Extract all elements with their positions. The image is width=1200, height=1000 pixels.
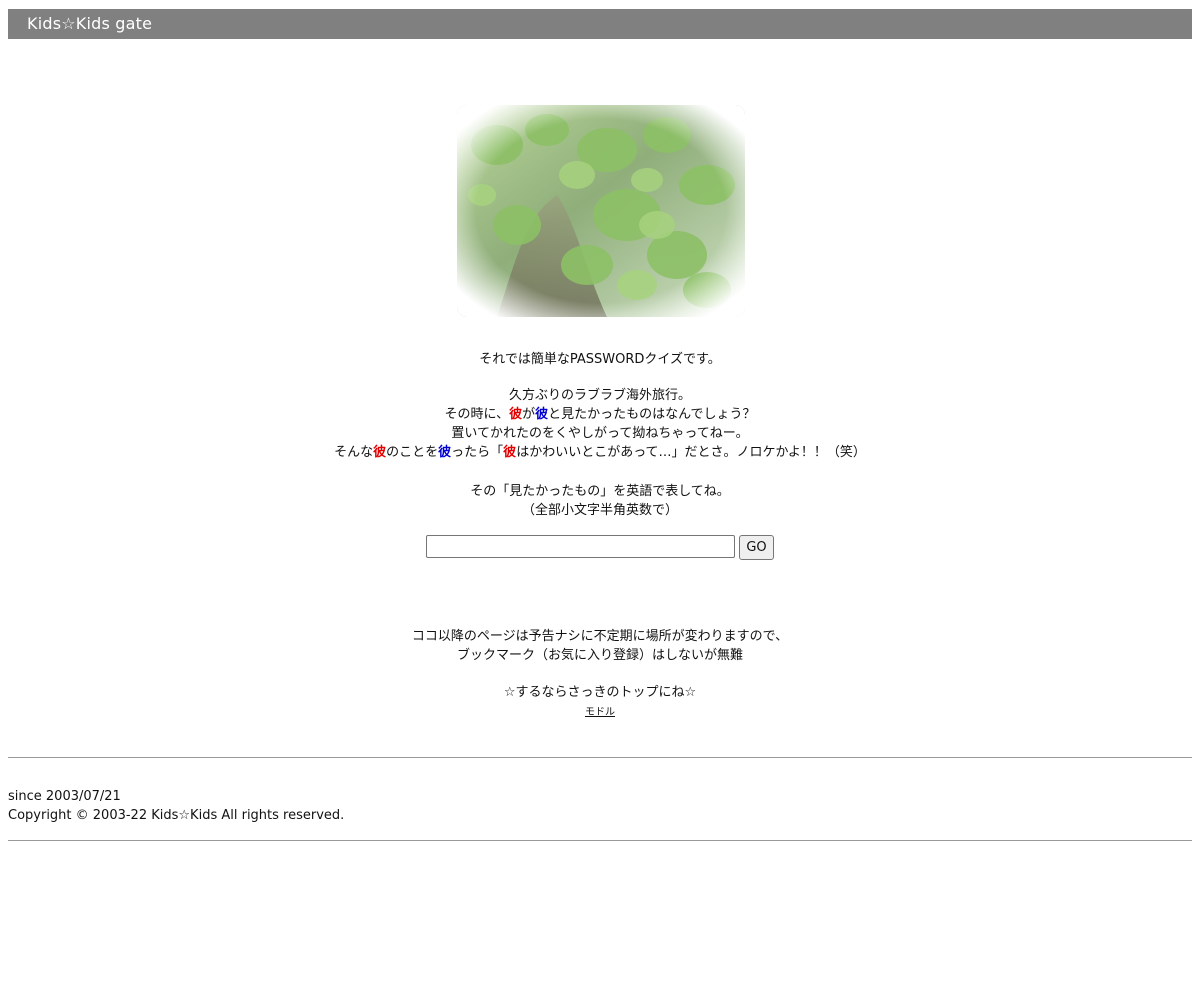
- site-title: Kids☆Kids gate: [27, 14, 153, 33]
- quiz-line-5: その「見たかったもの」を英語で表してね。: [470, 484, 730, 499]
- footer-divider-bottom: [8, 840, 1192, 841]
- quiz-line-4: そんな彼のことを彼ったら「彼はかわいいとこがあって…」だとさ。ノロケかよ！！（笑…: [334, 445, 866, 460]
- copyright: Copyright © 2003-22 Kids☆Kids All rights…: [8, 808, 345, 823]
- site-title-bar: Kids☆Kids gate: [8, 9, 1192, 39]
- quiz-text: それでは簡単なPASSWORDクイズです。 久方ぶりのラブラブ海外旅行。 その時…: [0, 350, 1200, 520]
- quiz-line-6: （全部小文字半角英数で）: [521, 503, 678, 518]
- go-button[interactable]: GO: [739, 535, 774, 560]
- notice-line-1: ココ以降のページは予告ナシに不定期に場所が変わりますので、: [411, 629, 789, 644]
- back-link[interactable]: モドル: [585, 707, 615, 718]
- notice-line-3: ☆するならさっきのトップにね☆: [503, 685, 697, 700]
- quiz-line-3: 置いてかれたのをくやしがって拗ねちゃってねー。: [451, 426, 749, 441]
- notice-text: ココ以降のページは予告ナシに不定期に場所が変わりますので、 ブックマーク（お気に…: [0, 627, 1200, 722]
- leaf-photo: [457, 105, 745, 317]
- password-input[interactable]: [426, 535, 735, 558]
- quiz-line-2: その時に、彼が彼と見たかったものはなんでしょう？: [444, 407, 756, 422]
- footer-divider-top: [8, 757, 1192, 758]
- quiz-line-1: 久方ぶりのラブラブ海外旅行。: [508, 388, 691, 403]
- since-date: since 2003/07/21: [8, 789, 121, 804]
- footer: since 2003/07/21 Copyright © 2003-22 Kid…: [8, 787, 344, 825]
- notice-line-2: ブックマーク（お気に入り登録）はしないが無難: [456, 648, 743, 663]
- quiz-intro: それでは簡単なPASSWORDクイズです。: [479, 352, 721, 367]
